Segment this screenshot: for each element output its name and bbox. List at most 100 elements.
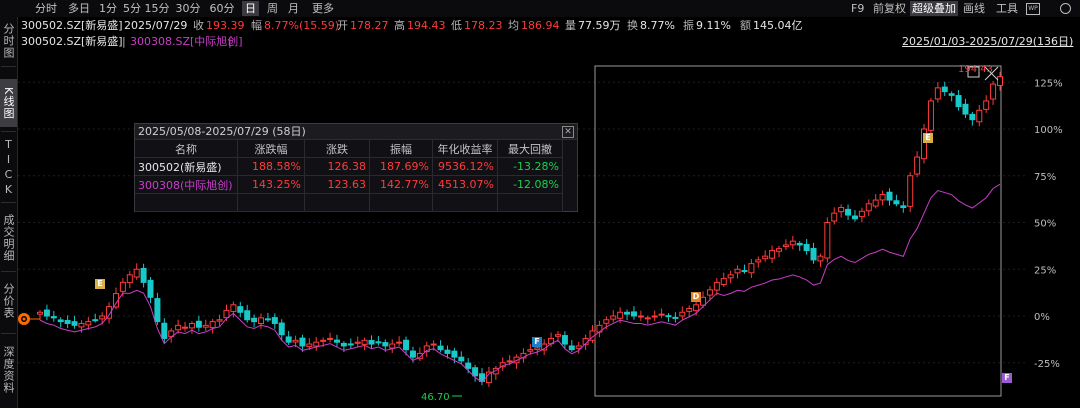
candle-body [472,367,479,377]
selection-box [594,65,1002,397]
candle-body [575,345,582,349]
date-range[interactable]: 2025/01/03-2025/07/29(136日) [902,34,1073,50]
candle-body [271,317,278,324]
candle-body [195,320,202,328]
legend-overlay: 300308.SZ[中际旭创] [130,35,243,48]
candle-body [900,205,907,209]
prev-adjust-button[interactable]: 前复权 [873,1,906,16]
period-toolbar: 分时 多日 1分 5分 15分 30分 60分 日 周 月 更多 F9 前复权 … [17,0,1080,17]
event-marker-f[interactable]: F [1002,373,1012,383]
candle-body [230,304,237,312]
event-marker-f[interactable]: F [532,337,542,347]
event-marker-e[interactable]: E [923,133,933,143]
candle-body [251,317,258,323]
chevron-down-icon[interactable] [1060,3,1071,14]
candle-body [658,313,665,316]
candle-body [879,193,886,201]
candle-body [810,247,817,261]
period-15min[interactable]: 15分 [144,1,170,16]
event-marker-e[interactable]: E [95,279,105,289]
avg-value: 186.94 [521,19,560,32]
amplitude-value: 9.11% [696,19,731,32]
period-more[interactable]: 更多 [310,1,336,16]
candle-body [700,296,707,306]
event-marker-d[interactable]: D [691,292,701,302]
close-icon[interactable]: ✕ [562,126,574,138]
candle-body [948,93,955,96]
candle-body [216,319,223,322]
candle-body [320,339,327,342]
candle-body [92,319,99,322]
candle-body [990,83,997,100]
candle-body [340,342,347,347]
view-sidebar: 分时图 K线图 TICK 成交明细 分价表 深度资料 [0,0,18,408]
candle-body [175,324,182,331]
candle-body [789,240,796,246]
candle-body [997,76,1003,87]
candle-body [133,268,140,278]
stats-title: 2025/05/08-2025/07/29 (58日) [138,125,306,138]
candle-body [727,274,734,279]
candle-body [99,315,106,320]
tab-price-distribution[interactable]: 分价表 [0,276,17,326]
f9-button[interactable]: F9 [851,1,864,16]
interval-stats-panel: 2025/05/08-2025/07/29 (58日) ✕ 名称 涨跌幅 涨跌 … [134,123,578,212]
y-tick-label: -25% [1034,359,1060,370]
candle-body [554,334,561,337]
candle-body [306,343,313,348]
stats-table: 名称 涨跌幅 涨跌 振幅 年化收益率 最大回撤 300502(新易盛) 188.… [135,140,563,212]
candle-body [665,315,672,318]
candle-body [182,326,189,329]
candle-body [237,306,244,313]
candle-body [845,208,852,216]
candle-body [603,319,610,324]
legend-row: 300502.SZ[新易盛] | 300308.SZ[中际旭创] | 2025/… [21,34,1074,50]
candle-body [713,281,720,291]
period-multiday[interactable]: 多日 [66,1,92,16]
candle-body [637,315,644,318]
tab-timeshare[interactable]: 分时图 [0,18,17,64]
candle-body [299,337,306,347]
period-1min[interactable]: 1分 [97,1,119,16]
candle-body [955,95,962,108]
candle-body [354,341,361,344]
wp-icon[interactable]: WP [1026,3,1040,15]
candle-body [934,87,941,100]
tab-trade-detail[interactable]: 成交明细 [0,207,17,269]
candle-body [927,100,934,131]
period-60min[interactable]: 60分 [209,1,235,16]
period-5min[interactable]: 5分 [121,1,143,16]
period-day[interactable]: 日 [242,1,259,16]
period-timeshare[interactable]: 分时 [33,1,59,16]
candle-body [458,356,465,362]
tab-tick[interactable]: TICK [0,138,17,198]
candle-body [313,341,320,347]
candle-body [375,341,382,344]
super-overlay-button[interactable]: 超级叠加 [910,1,958,16]
candle-body [693,304,700,312]
tab-kline[interactable]: K线图 [0,79,17,127]
candle-body [610,315,617,320]
draw-line-button[interactable]: 画线 [963,1,985,16]
table-row: 300502(新易盛) 188.58% 126.38 187.69% 9536.… [135,157,563,176]
candle-body [775,248,782,252]
period-30min[interactable]: 30分 [175,1,201,16]
volume-value: 77.59万 [578,19,621,32]
low-price-label: 46.70 [421,392,450,403]
candle-body [437,345,444,351]
candle-body [50,316,57,319]
candle-body [161,322,168,339]
tools-button[interactable]: 工具 [996,1,1018,16]
candle-body [858,210,865,218]
candle-body [748,263,755,274]
tab-depth-info[interactable]: 深度资料 [0,338,17,402]
candle-body [264,318,271,321]
candle-body [188,322,195,329]
candle-body [71,321,78,326]
candle-body [679,311,686,317]
candle-body [285,336,292,343]
candle-body [969,113,976,121]
period-week[interactable]: 周 [265,1,280,16]
candle-body [154,298,161,323]
period-month[interactable]: 月 [286,1,301,16]
